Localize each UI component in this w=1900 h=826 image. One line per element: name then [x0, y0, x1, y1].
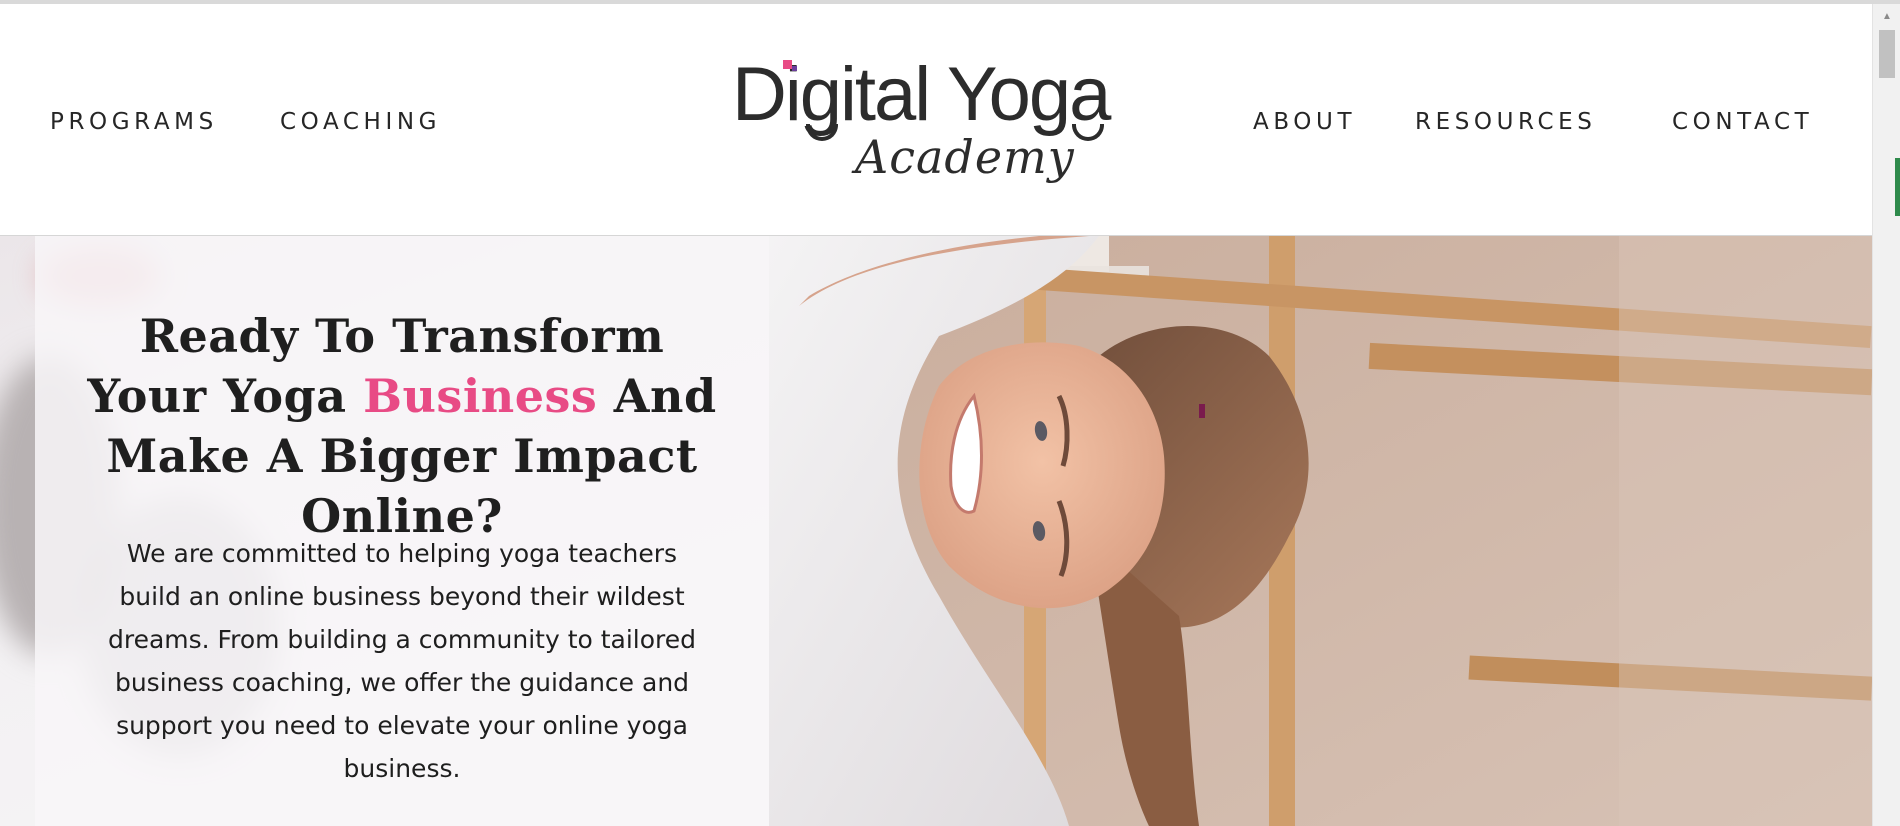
hero-headline: Ready To Transform Your Yoga Business An…	[75, 306, 729, 546]
headline-highlight: Business	[363, 369, 598, 423]
logo-smile-left	[806, 124, 838, 141]
page-scrollbar[interactable]: ▲	[1872, 4, 1900, 826]
nav-programs[interactable]: PROGRAMS	[50, 108, 218, 136]
hero-photo-yoga-woman	[769, 236, 1872, 826]
hero-section: Ready To Transform Your Yoga Business An…	[0, 236, 1872, 826]
scroll-up-arrow-icon[interactable]: ▲	[1882, 12, 1892, 22]
logo-dot-pink	[783, 60, 792, 69]
site-header: PROGRAMS COACHING Digital Yoga Academy A…	[0, 4, 1872, 236]
nav-about[interactable]: ABOUT	[1253, 108, 1356, 136]
nav-resources[interactable]: RESOURCES	[1415, 108, 1596, 136]
hero-text-panel: Ready To Transform Your Yoga Business An…	[35, 236, 769, 826]
nav-coaching[interactable]: COACHING	[280, 108, 441, 136]
site-logo[interactable]: Digital Yoga Academy	[730, 52, 1140, 192]
nav-contact[interactable]: CONTACT	[1672, 108, 1813, 136]
logo-dot-purple	[792, 66, 797, 71]
side-accent-mark	[1895, 158, 1900, 216]
hero-description: We are committed to helping yoga teacher…	[107, 539, 697, 783]
logo-subtitle: Academy	[855, 130, 1075, 184]
scrollbar-thumb[interactable]	[1879, 30, 1895, 78]
logo-smile-right	[1072, 124, 1104, 141]
